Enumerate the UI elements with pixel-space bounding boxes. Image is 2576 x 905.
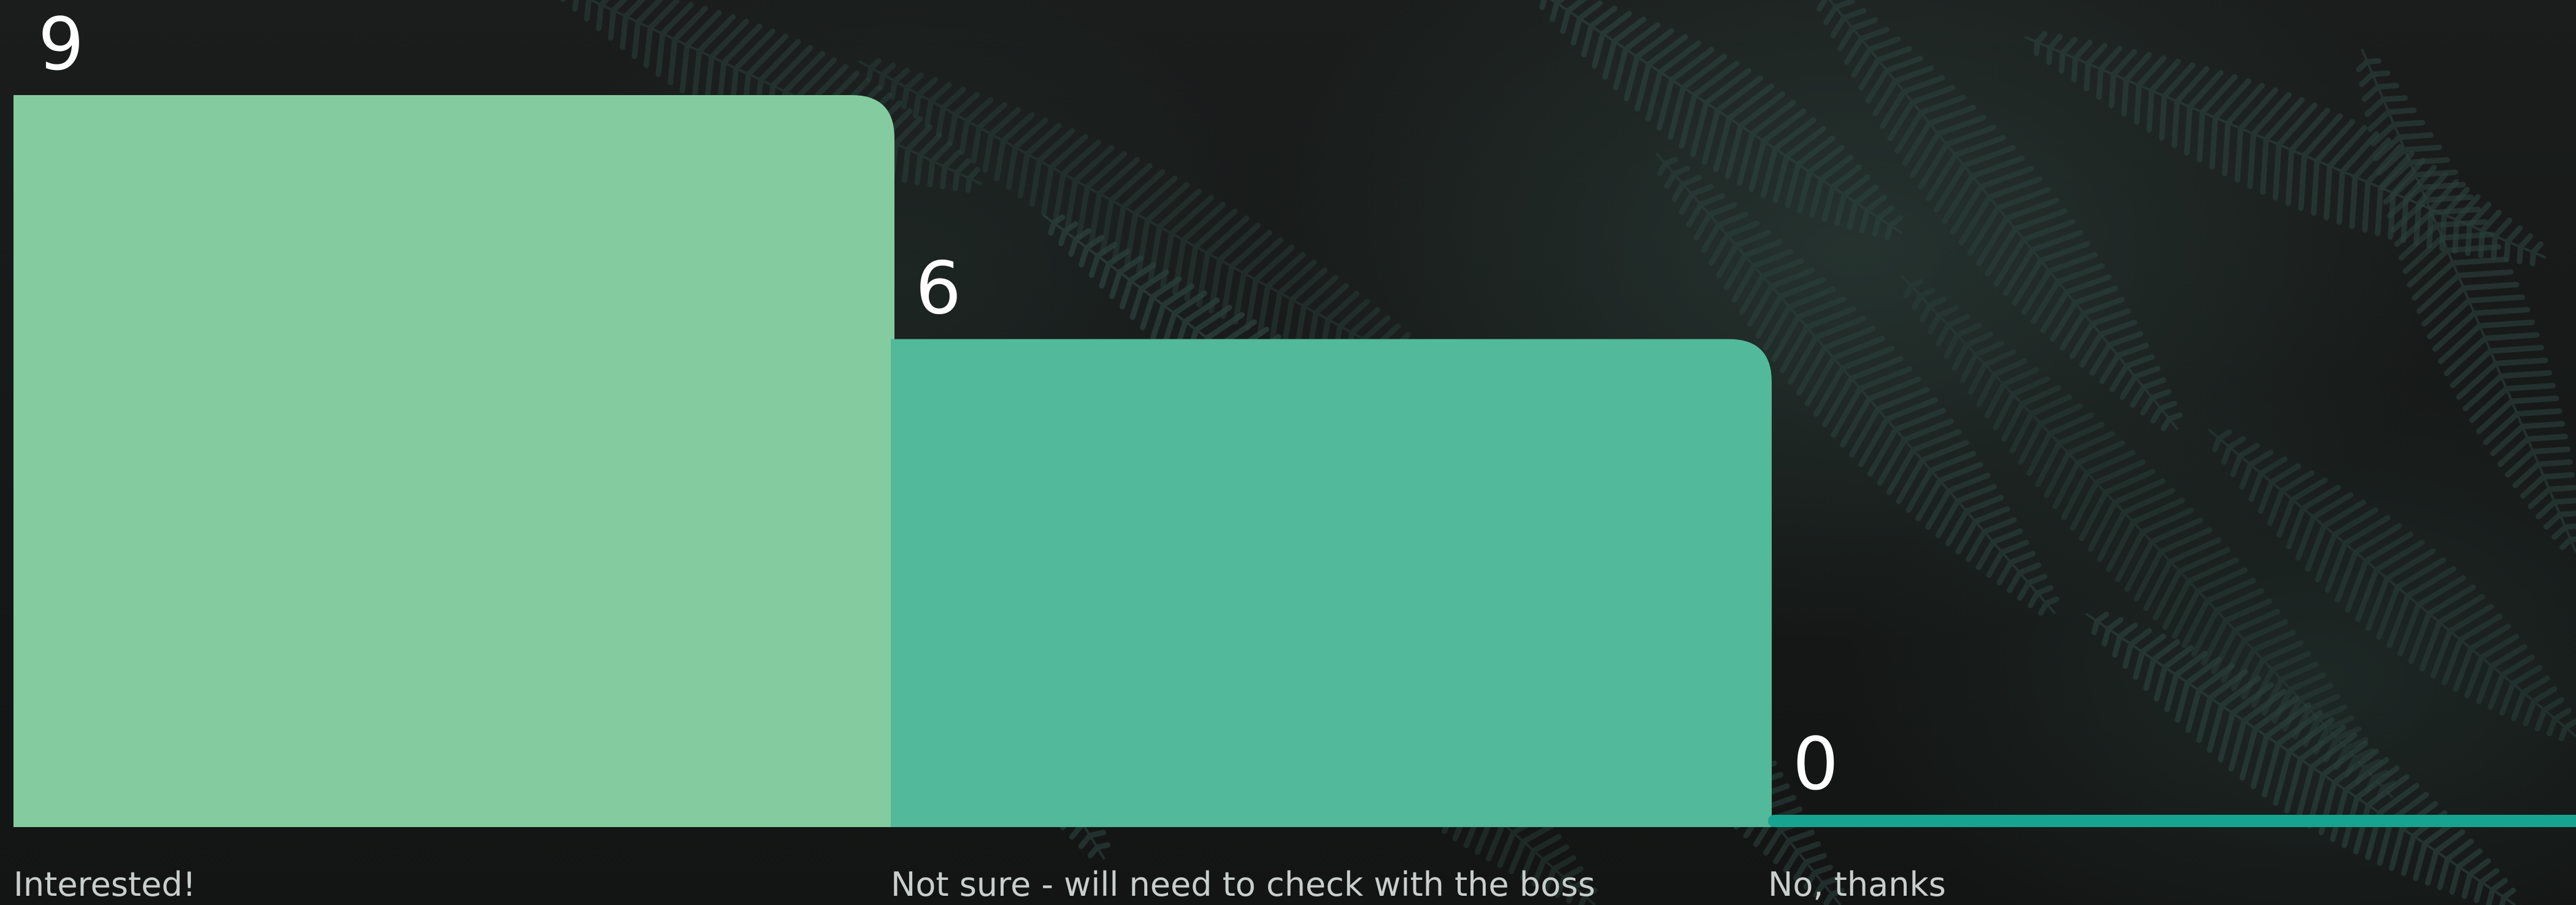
- bar-zero-line: [1768, 815, 2576, 827]
- category-label: No, thanks: [1768, 865, 1946, 904]
- bar-value-label: 6: [915, 246, 961, 331]
- bar: [13, 95, 894, 827]
- bar-chart: 9 Interested! 6 Not sure - will need to che…: [13, 2, 2576, 904]
- category-label: Not sure - will need to check with the b…: [891, 865, 1595, 904]
- bar-value-label: 0: [1793, 722, 1839, 806]
- category-label: Interested!: [13, 865, 196, 904]
- bar: [891, 339, 1772, 827]
- poll-results-chart: 9 Interested! 6 Not sure - will need to che…: [0, 0, 2576, 905]
- bar-value-label: 9: [38, 2, 84, 87]
